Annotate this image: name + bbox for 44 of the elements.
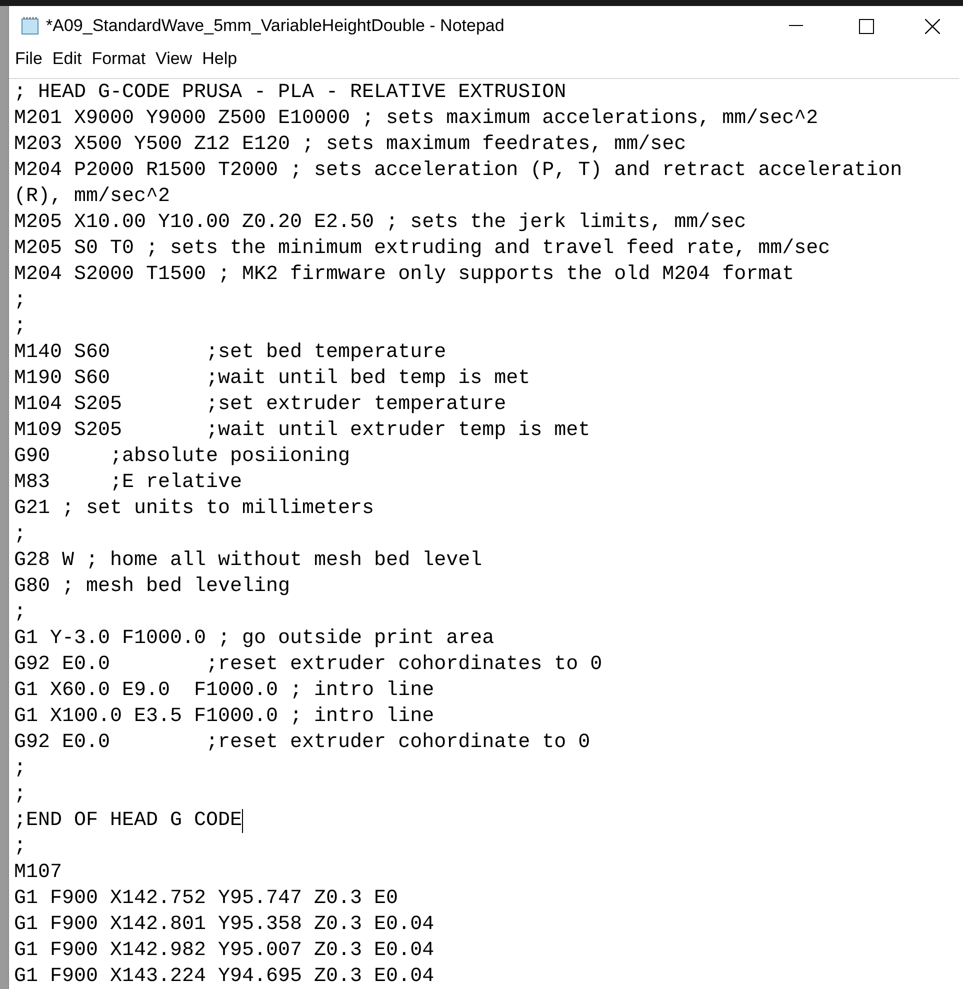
code-line: M203 X500 Y500 Z12 E120 ; sets maximum feedrates, mm/sec bbox=[14, 132, 686, 158]
code-line: M201 X9000 Y9000 Z500 E10000 ; sets maximum accelerations, mm/sec^2 bbox=[14, 106, 818, 132]
code-line: G90 ;absolute posiioning bbox=[14, 444, 350, 470]
code-line: G80 ; mesh bed leveling bbox=[14, 574, 290, 600]
code-line: G1 X60.0 E9.0 F1000.0 ; intro line bbox=[14, 678, 434, 704]
code-line: ; bbox=[14, 600, 26, 626]
code-line: M83 ;E relative bbox=[14, 470, 242, 496]
code-line: ; bbox=[14, 834, 26, 860]
code-line: ; bbox=[14, 522, 26, 548]
code-line: G1 F900 X143.224 Y94.695 Z0.3 E0.04 bbox=[14, 964, 434, 989]
code-line: M140 S60 ;set bed temperature bbox=[14, 340, 446, 366]
code-line: M205 S0 T0 ; sets the minimum extruding and travel feed rate, mm/sec bbox=[14, 236, 830, 262]
menu-item[interactable]: View bbox=[150, 46, 198, 72]
code-line: M109 S205 ;wait until extruder temp is met bbox=[14, 418, 590, 444]
code-line: ; HEAD G-CODE PRUSA - PLA - RELATIVE EXTRUSION bbox=[14, 80, 566, 106]
code-line: G28 W ; home all without mesh bed level bbox=[14, 548, 482, 574]
code-line: G1 F900 X142.801 Y95.358 Z0.3 E0.04 bbox=[14, 912, 434, 938]
code-line: M104 S205 ;set extruder temperature bbox=[14, 392, 506, 418]
code-line: G92 E0.0 ;reset extruder cohordinate to 0 bbox=[14, 730, 590, 756]
menu-item[interactable]: Help bbox=[197, 46, 242, 72]
code-line: M107 bbox=[14, 860, 62, 886]
menu-item[interactable]: Edit bbox=[47, 46, 87, 72]
code-line: ; bbox=[14, 756, 26, 782]
code-line: G1 Y-3.0 F1000.0 ; go outside print area bbox=[14, 626, 494, 652]
minimize-icon bbox=[789, 25, 803, 27]
code-line: G21 ; set units to millimeters bbox=[14, 496, 374, 522]
menu-item[interactable]: Format bbox=[86, 46, 151, 72]
menu-item[interactable]: File bbox=[10, 46, 48, 72]
code-line: M190 S60 ;wait until bed temp is met bbox=[14, 366, 530, 392]
code-line: M204 S2000 T1500 ; MK2 firmware only supports the old M204 format bbox=[14, 262, 794, 288]
window-title: *A09_StandardWave_5mm_VariableHeightDouble - Notepad bbox=[46, 15, 504, 38]
code-line: M204 P2000 R1500 T2000 ; sets acceleration (P, T) and retract acceleration (R), mm/sec^2 bbox=[14, 158, 904, 210]
maximize-icon bbox=[858, 18, 874, 34]
code-line: G1 F900 X142.752 Y95.747 Z0.3 E0 bbox=[14, 886, 398, 912]
code-line: G1 X100.0 E3.5 F1000.0 ; intro line bbox=[14, 704, 434, 730]
code-line: G1 F900 X142.982 Y95.007 Z0.3 E0.04 bbox=[14, 938, 434, 964]
close-icon bbox=[924, 18, 940, 34]
code-line: ; bbox=[14, 782, 26, 808]
code-line: M205 X10.00 Y10.00 Z0.20 E2.50 ; sets the jerk limits, mm/sec bbox=[14, 210, 746, 236]
notepad-icon bbox=[20, 16, 40, 36]
code-line: ;END OF HEAD G CODE bbox=[14, 808, 242, 834]
code-line: ; bbox=[14, 288, 26, 314]
code-line: G92 E0.0 ;reset extruder cohordinates to 0 bbox=[14, 652, 602, 678]
code-line: ; bbox=[14, 314, 26, 340]
